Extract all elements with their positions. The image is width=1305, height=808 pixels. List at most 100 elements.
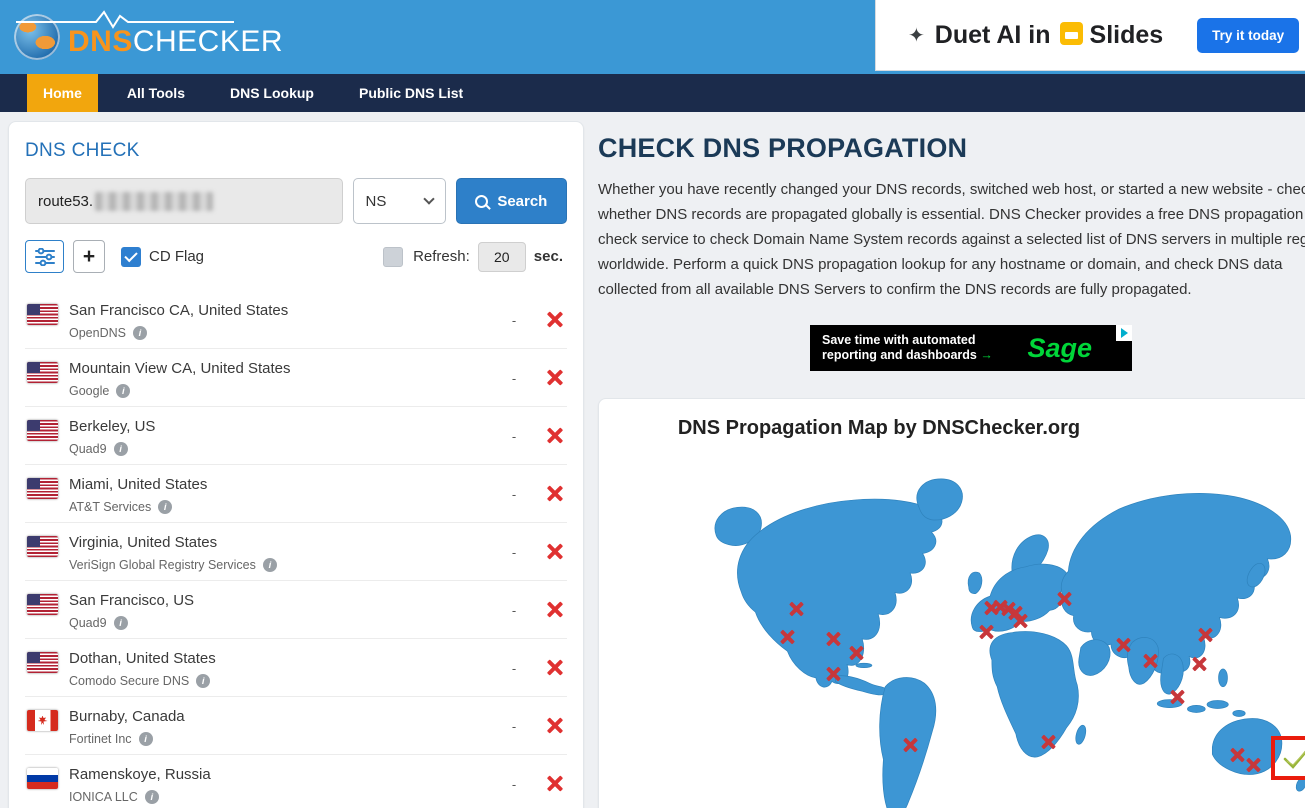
refresh-unit: sec. (534, 248, 563, 265)
ad-text-prefix: Duet AI in (935, 21, 1051, 49)
info-icon[interactable]: i (116, 384, 130, 398)
page-title: CHECK DNS PROPAGATION (598, 133, 1305, 164)
sliders-icon (35, 248, 55, 266)
server-result: - (501, 777, 527, 792)
propagation-map-card: DNS Propagation Map by DNSChecker.org (598, 398, 1305, 808)
table-row: San Francisco, US Quad9i - (25, 581, 567, 639)
sage-logo: Sage (1027, 333, 1092, 364)
server-info: San Francisco CA, United States OpenDNS i (69, 301, 501, 340)
country-flag-icon (27, 710, 58, 731)
refresh-checkbox[interactable] (383, 247, 403, 267)
fail-x-icon (545, 773, 565, 793)
ad-line-1: Save time with automated (822, 333, 993, 348)
options-sliders-button[interactable] (25, 240, 64, 273)
record-type-value: NS (366, 193, 387, 210)
server-location: Mountain View CA, United States (69, 360, 501, 377)
check-icon (1280, 744, 1305, 772)
highlighted-check-box[interactable] (1271, 736, 1305, 780)
server-info: San Francisco, US Quad9i (69, 591, 501, 630)
fail-x-icon (545, 541, 565, 561)
refresh-seconds-input[interactable] (478, 242, 526, 272)
dns-location-marker-x (978, 623, 995, 640)
server-result: - (501, 371, 527, 386)
nav-item-home[interactable]: Home (27, 74, 98, 112)
dns-location-marker-x (1229, 746, 1246, 763)
fail-x-icon (545, 483, 565, 503)
logo-checker: CHECKER (133, 25, 283, 58)
server-location: Berkeley, US (69, 418, 501, 435)
table-row: Miami, United States AT&T Services i - (25, 465, 567, 523)
country-flag-icon (27, 594, 58, 615)
domain-input[interactable]: route53. (25, 178, 343, 224)
info-icon[interactable]: i (139, 732, 153, 746)
dnschecker-logo[interactable]: DNSCHECKER (14, 7, 254, 67)
server-provider: AT&T Services (69, 500, 151, 514)
nav-item-dns-lookup[interactable]: DNS Lookup (214, 74, 330, 112)
table-row: Berkeley, US Quad9i - (25, 407, 567, 465)
fail-x-icon (545, 367, 565, 387)
info-icon[interactable]: i (114, 442, 128, 456)
duet-ai-ad[interactable]: ✦ Duet AI in Slides Try it today (875, 0, 1305, 71)
server-result: - (501, 719, 527, 734)
fail-x-icon (545, 425, 565, 445)
sparkle-icon: ✦ (908, 23, 925, 48)
ad-product: Slides (1090, 21, 1164, 49)
server-info: Burnaby, Canada Fortinet Inc i (69, 707, 501, 746)
search-button-label: Search (497, 193, 547, 210)
info-icon[interactable]: i (263, 558, 277, 572)
info-icon[interactable]: i (145, 790, 159, 804)
chevron-down-icon (423, 193, 434, 204)
slides-icon (1060, 22, 1083, 45)
cd-flag-checkbox[interactable] (121, 247, 141, 267)
server-info: Mountain View CA, United States Googlei (69, 359, 501, 398)
server-info: Dothan, United States Comodo Secure DNSi (69, 649, 501, 688)
nav-item-all-tools[interactable]: All Tools (111, 74, 201, 112)
record-type-select[interactable]: NS (353, 178, 446, 224)
dns-server-list: San Francisco CA, United States OpenDNS i… (25, 291, 567, 808)
ad-text: Duet AI in Slides (935, 21, 1163, 50)
server-provider: Quad9 (69, 442, 107, 456)
dns-check-panel: DNS CHECK route53. NS Search (8, 121, 584, 808)
dns-location-marker-x (902, 737, 919, 754)
country-flag-icon (27, 768, 58, 789)
sage-banner-ad[interactable]: Save time with automated reporting and d… (810, 325, 1132, 371)
site-header: DNSCHECKER ✦ Duet AI in Slides Try it tod… (0, 0, 1305, 74)
info-icon[interactable]: i (114, 616, 128, 630)
server-location: Ramenskoye, Russia (69, 766, 501, 783)
server-result: - (501, 545, 527, 560)
server-result: - (501, 487, 527, 502)
adchoices-icon[interactable] (1116, 325, 1132, 341)
country-flag-icon (27, 304, 58, 325)
country-flag-icon (27, 536, 58, 557)
page-content: DNS CHECK route53. NS Search (0, 112, 1305, 808)
server-provider: VeriSign Global Registry Services (69, 558, 256, 572)
info-icon[interactable]: i (196, 674, 210, 688)
dns-location-marker-x (1115, 637, 1132, 654)
info-icon[interactable]: i (133, 326, 147, 340)
country-flag-icon (27, 420, 58, 441)
server-location: San Francisco CA, United States (69, 302, 501, 319)
server-provider: OpenDNS (69, 326, 126, 340)
logo-text: DNSCHECKER (68, 25, 283, 59)
cd-flag-label: CD Flag (149, 248, 204, 265)
dns-location-marker-x (1245, 756, 1262, 773)
dns-location-marker-x (1040, 733, 1057, 750)
try-it-today-button[interactable]: Try it today (1197, 18, 1299, 53)
server-location: Miami, United States (69, 476, 501, 493)
dns-location-marker-x (825, 666, 842, 683)
info-icon[interactable]: i (158, 500, 172, 514)
dns-location-marker-x (1056, 591, 1073, 608)
dns-location-marker-x (1197, 627, 1214, 644)
server-location: Burnaby, Canada (69, 708, 501, 725)
nav-item-public-dns-list[interactable]: Public DNS List (343, 74, 479, 112)
add-server-button[interactable]: + (73, 240, 105, 273)
table-row: San Francisco CA, United States OpenDNS i… (25, 291, 567, 349)
refresh-label: Refresh: (413, 248, 470, 265)
server-provider: Quad9 (69, 616, 107, 630)
world-map (679, 454, 1305, 808)
cd-flag-group: CD Flag (121, 247, 204, 267)
refresh-group: Refresh: sec. (383, 242, 563, 272)
search-button[interactable]: Search (456, 178, 567, 224)
server-provider: Fortinet Inc (69, 732, 132, 746)
search-icon (475, 195, 488, 208)
